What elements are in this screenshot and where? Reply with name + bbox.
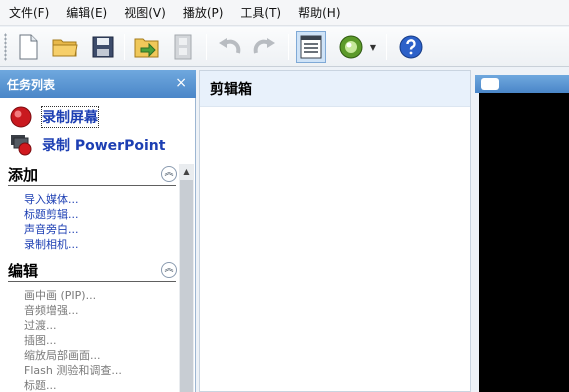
add-section-title: 添加 [8,164,176,186]
menu-help[interactable]: 帮助(H) [298,4,340,21]
edit-section: 编辑 ︽ 画中画 (PIP)... 音频增强... 过渡... 插图... 缩放… [8,260,177,392]
open-folder-icon [52,39,78,57]
scroll-thumb[interactable] [180,180,193,392]
undo-button[interactable] [214,31,244,63]
add-links: 导入媒体... 标题剪辑... 声音旁白... 录制相机... [8,186,176,252]
pip-link[interactable]: 画中画 (PIP)... [24,288,176,303]
powerpoint-record-icon [11,135,32,156]
move-handle-icon[interactable] [481,78,499,90]
menu-view[interactable]: 视图(V) [124,4,166,21]
add-section: 添加 ︽ 导入媒体... 标题剪辑... 声音旁白... 录制相机... [8,164,177,252]
record-screen-task[interactable]: 录制屏幕 [10,106,99,128]
record-camera-link[interactable]: 录制相机... [24,237,176,252]
toolbar-separator [288,34,289,60]
task-pane: 录制屏幕 录制 PowerPoint 添加 ︽ 导入媒体... 标题剪辑... … [0,98,196,392]
save-button[interactable] [88,31,118,63]
menu-tools[interactable]: 工具(T) [240,4,281,21]
help-icon [399,35,423,59]
preview-title-bar [475,75,569,93]
help-button[interactable] [396,31,426,63]
record-button[interactable] [336,31,366,63]
flash-quiz-link[interactable]: Flash 测验和调查... [24,363,176,378]
redo-icon [253,38,275,54]
zoom-link[interactable]: 缩放局部画面... [24,348,176,363]
import-media-link[interactable]: 导入媒体... [24,192,176,207]
transition-link[interactable]: 过渡... [24,318,176,333]
record-dot-icon [10,106,32,128]
toolbar-grip[interactable] [4,33,7,61]
toolbar: ▼ [0,27,569,67]
voice-narration-link[interactable]: 声音旁白... [24,222,176,237]
undo-icon [219,38,241,54]
save-icon [92,36,114,58]
record-powerpoint-label[interactable]: 录制 PowerPoint [42,135,165,155]
menu-file[interactable]: 文件(F) [9,4,49,21]
title-clip-link[interactable]: 标题剪辑... [24,207,176,222]
open-button[interactable] [50,31,80,63]
new-file-icon [19,34,38,60]
collapse-up-icon[interactable]: ︽ [161,166,177,182]
record-screen-label[interactable]: 录制屏幕 [41,106,99,128]
task-pane-title: 任务列表 [7,77,56,92]
edit-section-title: 编辑 [8,260,176,282]
task-list-icon [300,35,322,59]
audio-enhance-link[interactable]: 音频增强... [24,303,176,318]
scroll-up-icon[interactable]: ▲ [179,164,194,179]
toolbar-separator [124,34,125,60]
clip-bin-title: 剪辑箱 [200,71,470,107]
close-icon[interactable]: × [175,75,187,91]
menu-edit[interactable]: 编辑(E) [66,4,107,21]
import-icon [134,38,159,58]
new-button[interactable] [13,31,43,63]
redo-button[interactable] [250,31,280,63]
record-orb-icon [339,35,363,59]
menu-bar: 文件(F) 编辑(E) 视图(V) 播放(P) 工具(T) 帮助(H) [0,0,569,26]
clip-bin-panel: 剪辑箱 [199,70,471,392]
task-pane-scrollbar[interactable]: ▲ [179,164,194,392]
film-strip-icon [174,34,192,60]
title-link[interactable]: 标题... [24,378,176,392]
record-dropdown[interactable]: ▼ [366,31,380,63]
collapse-up-icon[interactable]: ︽ [161,262,177,278]
chevron-down-icon: ▼ [369,42,377,52]
task-list-button[interactable] [296,31,326,63]
task-pane-header: 任务列表 × [0,70,196,98]
film-strip-button[interactable] [168,31,198,63]
callout-link[interactable]: 插图... [24,333,176,348]
menu-play[interactable]: 播放(P) [183,4,224,21]
toolbar-separator [206,34,207,60]
preview-screen [479,93,569,392]
toolbar-separator [386,34,387,60]
record-powerpoint-task[interactable]: 录制 PowerPoint [10,134,165,156]
import-button[interactable] [132,31,162,63]
edit-links: 画中画 (PIP)... 音频增强... 过渡... 插图... 缩放局部画面.… [8,282,176,392]
